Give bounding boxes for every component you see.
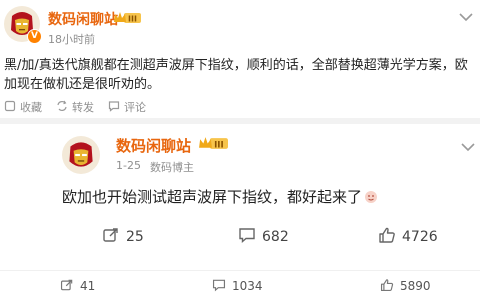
author-name[interactable]: 数码闲聊站 — [48, 9, 118, 29]
comment-icon — [108, 100, 120, 115]
post-header: V 数码闲聊站 III 18小时前 — [0, 0, 480, 52]
share-icon — [60, 278, 74, 295]
post-time: 18小时前 — [48, 33, 95, 46]
bottom-action-bar: 41 1034 5890 — [0, 270, 480, 300]
thumbs-up-icon — [378, 226, 396, 248]
vip-crown-icon: III — [113, 10, 141, 29]
svg-text:III: III — [214, 140, 224, 150]
repost-icon — [56, 100, 68, 115]
author-avatar[interactable]: V — [4, 6, 42, 44]
comment-icon — [212, 278, 226, 295]
chevron-down-icon[interactable] — [460, 138, 476, 152]
mini-action-row: 收藏 转发 评论 — [0, 98, 480, 116]
chevron-down-icon[interactable] — [458, 8, 474, 22]
quoted-action-row: 25 682 4726 — [46, 224, 480, 250]
quoted-author-role: 数码博主 — [150, 161, 194, 174]
post-text: 黑/加/真迭代旗舰都在测超声波屏下指纹，顺利的话，全部替换超薄光学方案，欧加现在… — [4, 58, 468, 92]
quoted-post-date: 1-25 — [116, 159, 141, 172]
quoted-author-name[interactable]: 数码闲聊站 — [116, 135, 191, 156]
like-button[interactable]: 5890 — [380, 275, 431, 297]
quoted-like-button[interactable]: 4726 — [378, 224, 438, 250]
quoted-comment-count: 682 — [262, 229, 289, 245]
quoted-author-avatar[interactable] — [62, 136, 100, 174]
emoji-icon — [364, 190, 378, 208]
comment-label: 评论 — [124, 101, 146, 114]
vip-crown-icon: III — [198, 136, 228, 155]
weibo-post-card: V 数码闲聊站 III 18小时前 黑/加/真迭代旗舰都在测超声波屏下指纹，顺利… — [0, 0, 480, 300]
quoted-post-text: 欧加也开始测试超声波屏下指纹，都好起来了 — [62, 186, 378, 208]
repost-label: 转发 — [72, 101, 94, 114]
verified-icon: V — [27, 29, 42, 44]
repost-count: 41 — [80, 279, 96, 293]
bookmark-icon — [4, 100, 16, 115]
quoted-post-card[interactable]: 数码闲聊站 III 1-25 数码博主 欧加也开始测试超声波屏下指纹，都好起来了 — [46, 124, 480, 264]
svg-text:III: III — [128, 15, 137, 24]
bookmark-label: 收藏 — [20, 101, 42, 114]
like-count: 5890 — [400, 279, 431, 293]
quoted-like-count: 4726 — [402, 229, 438, 245]
quoted-comment-button[interactable]: 682 — [238, 224, 289, 250]
quoted-post-text-content: 欧加也开始测试超声波屏下指纹，都好起来了 — [62, 188, 363, 206]
comment-button[interactable]: 1034 — [212, 275, 263, 297]
repost-button[interactable]: 41 — [60, 275, 95, 297]
repost-button[interactable]: 转发 — [56, 98, 94, 116]
share-icon — [102, 226, 120, 248]
quoted-repost-count: 25 — [126, 229, 144, 245]
ironman-avatar-image — [62, 136, 100, 174]
comment-icon — [238, 226, 256, 248]
quoted-repost-button[interactable]: 25 — [102, 224, 144, 250]
bookmark-button[interactable]: 收藏 — [4, 98, 42, 116]
comment-button[interactable]: 评论 — [108, 98, 146, 116]
comment-count: 1034 — [232, 279, 263, 293]
thumbs-up-icon — [380, 278, 394, 295]
